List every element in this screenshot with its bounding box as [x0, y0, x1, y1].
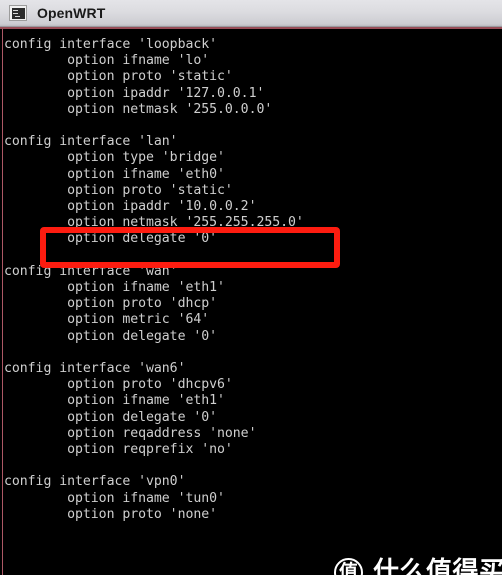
- window-edge-left: [2, 29, 3, 575]
- terminal-icon: [9, 5, 27, 21]
- terminal-icon-glyph: [11, 7, 25, 19]
- window-edge-top: [0, 27, 502, 29]
- network-config-text: config interface 'loopback' option ifnam…: [4, 37, 304, 522]
- openwrt-terminal-window: OpenWRT config interface 'loopback' opti…: [0, 0, 502, 575]
- window-title: OpenWRT: [37, 5, 106, 21]
- watermark-logo-icon: 值: [334, 557, 363, 575]
- watermark: 值 什么值得买: [334, 555, 502, 575]
- watermark-text: 什么值得买: [373, 557, 502, 575]
- terminal-output-area[interactable]: config interface 'loopback' option ifnam…: [0, 27, 502, 575]
- window-title-bar: OpenWRT: [0, 0, 502, 27]
